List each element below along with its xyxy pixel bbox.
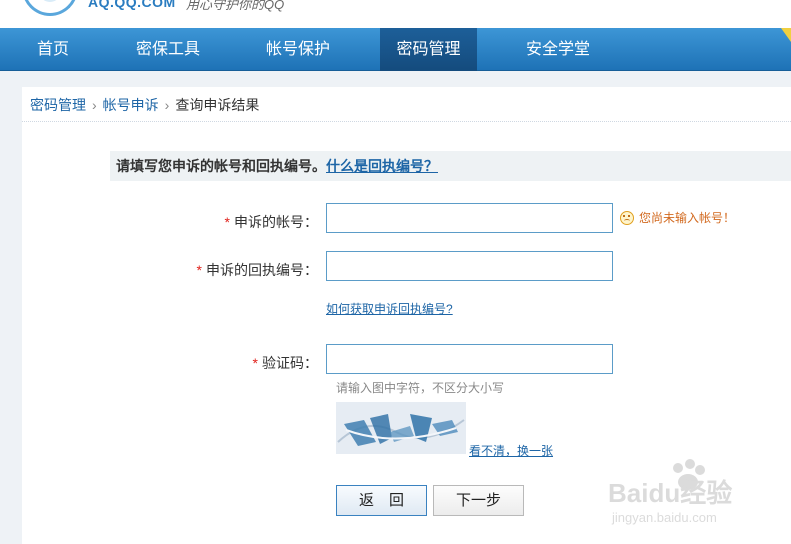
breadcrumb-separator-icon: › [92, 97, 97, 113]
nav-item-security-school[interactable]: 安全学堂 [510, 28, 606, 71]
nav-item-home[interactable]: 首页 [20, 28, 86, 71]
breadcrumb-current: 查询申诉结果 [175, 97, 260, 113]
main-nav: 首页 密保工具 帐号保护 密码管理 安全学堂 [0, 28, 791, 71]
watermark-url: jingyan.baidu.com [611, 510, 717, 525]
site-header: AQ.QQ.COM 用心守护你的QQ [0, 0, 791, 28]
nav-item-password-management[interactable]: 密码管理 [380, 28, 477, 71]
breadcrumb-separator-icon: › [164, 97, 170, 113]
required-mark: * [196, 262, 202, 278]
baidu-jingyan-watermark: Baidu经验 jingyan.baidu.com [606, 456, 756, 528]
receipt-field[interactable] [326, 251, 613, 281]
receipt-help-link[interactable]: 如何获取申诉回执编号? [326, 300, 453, 317]
account-field[interactable] [326, 203, 613, 233]
captcha-image[interactable] [336, 402, 466, 454]
breadcrumb: 密码管理 › 帐号申诉 › 查询申诉结果 [30, 95, 259, 115]
account-label: * 申诉的帐号： [224, 214, 318, 230]
breadcrumb-password-management[interactable]: 密码管理 [30, 97, 86, 113]
back-button[interactable]: 返 回 [336, 485, 427, 516]
watermark-brand: Baidu经验 [608, 478, 732, 508]
logo-shield-icon[interactable] [22, 0, 78, 16]
account-input[interactable] [327, 204, 612, 232]
captcha-field[interactable] [326, 344, 613, 374]
notice-text: 请填写您申诉的帐号和回执编号。 [116, 158, 326, 174]
captcha-hint: 请输入图中字符，不区分大小写 [336, 381, 505, 395]
next-step-button[interactable]: 下一步 [433, 485, 524, 516]
captcha-input[interactable] [327, 345, 612, 373]
account-warning: 您尚未输入帐号！ [620, 209, 735, 226]
what-is-receipt-link[interactable]: 什么是回执编号？ [326, 158, 438, 174]
nav-corner-decoration [781, 28, 791, 42]
captcha-label: * 验证码： [252, 355, 318, 371]
baidu-paw-logo: Baidu经验 jingyan.baidu.com [608, 459, 732, 525]
nav-item-security-tools[interactable]: 密保工具 [120, 28, 216, 71]
sad-face-icon [620, 210, 634, 225]
required-mark: * [224, 214, 230, 230]
captcha-graphic [336, 402, 466, 454]
breadcrumb-divider [22, 121, 791, 122]
captcha-refresh-link[interactable]: 看不清，换一张 [469, 442, 553, 459]
receipt-label: * 申诉的回执编号： [196, 262, 318, 278]
receipt-input[interactable] [327, 252, 612, 280]
nav-item-account-protection[interactable]: 帐号保护 [250, 28, 346, 71]
logo-text[interactable]: AQ.QQ.COM [88, 0, 176, 10]
required-mark: * [252, 355, 258, 371]
site-slogan: 用心守护你的QQ [186, 0, 285, 12]
breadcrumb-account-appeal[interactable]: 帐号申诉 [103, 97, 159, 113]
form-notice: 请填写您申诉的帐号和回执编号。什么是回执编号？ [110, 151, 791, 181]
